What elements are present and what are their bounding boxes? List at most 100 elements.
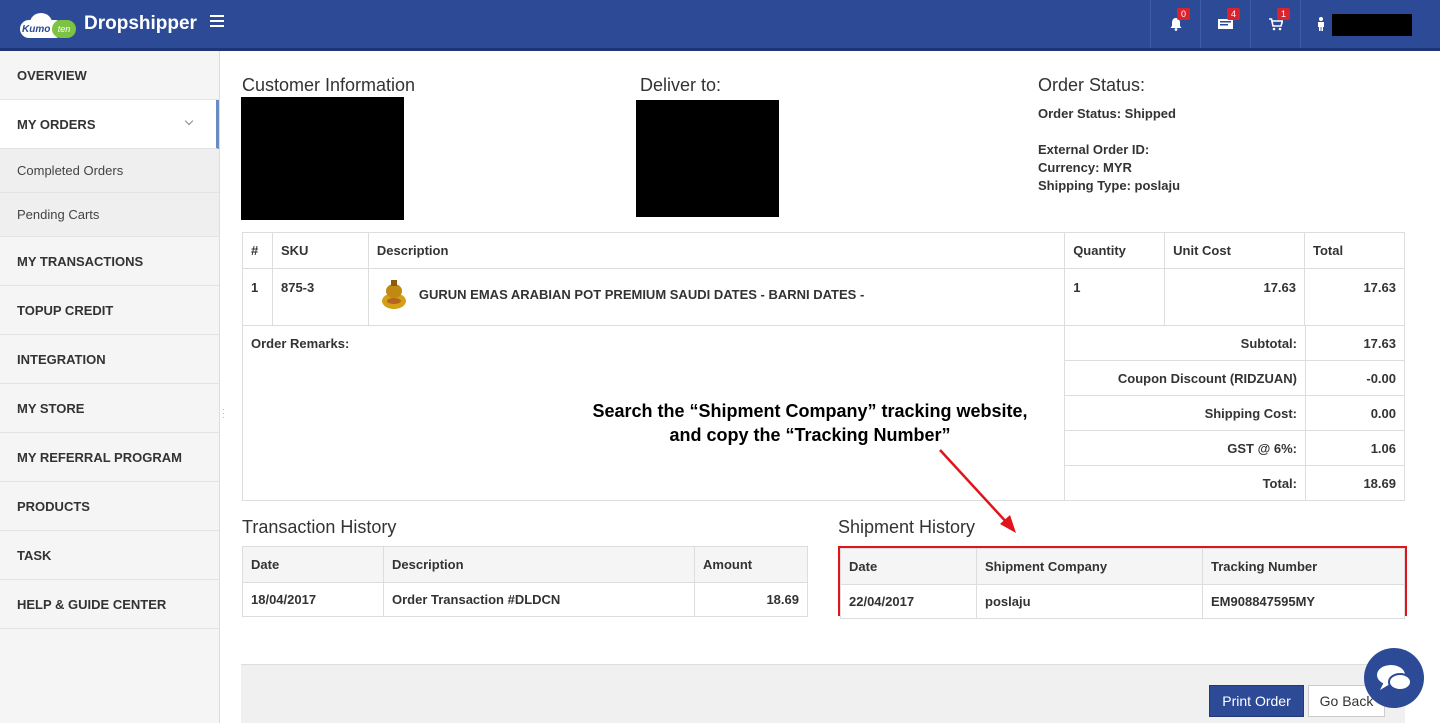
row-sku: 875-3	[271, 268, 369, 326]
sidebar: OVERVIEW MY ORDERS Completed Orders Pend…	[0, 51, 220, 723]
redacted-customer-info	[241, 97, 404, 220]
summary-value: -0.00	[1305, 360, 1405, 396]
sidebar-item-pending-carts[interactable]: Pending Carts	[0, 193, 219, 237]
row-total: 17.63	[1304, 268, 1405, 326]
summary-label: Coupon Discount (RIDZUAN)	[1064, 360, 1306, 396]
sidebar-item-label: MY STORE	[17, 400, 85, 416]
customer-info-heading: Customer Information	[242, 75, 416, 95]
sidebar-item-label: MY REFERRAL PROGRAM	[17, 449, 182, 465]
sidebar-item-label: TOPUP CREDIT	[17, 302, 114, 318]
col-header-tracking-number: Tracking Number	[1202, 548, 1405, 585]
order-status-value: Order Status: Shipped	[1038, 106, 1176, 121]
order-status-heading: Order Status:	[1038, 75, 1146, 95]
sidebar-item-label: INTEGRATION	[17, 351, 106, 367]
user-menu[interactable]	[1300, 0, 1440, 48]
sidebar-item-overview[interactable]: OVERVIEW	[0, 51, 219, 100]
sidebar-item-my-orders[interactable]: MY ORDERS	[0, 100, 219, 149]
table-header-row: # SKU Description Quantity Unit Cost Tot…	[242, 232, 1405, 269]
shipping-type-value: Shipping Type: poslaju	[1038, 178, 1181, 193]
product-thumbnail[interactable]	[377, 277, 411, 311]
logo-kumo-text: Kumo	[22, 24, 51, 35]
shipment-date: 22/04/2017	[840, 584, 977, 619]
order-summary-table: Subtotal: 17.63 Coupon Discount (RIDZUAN)…	[1064, 325, 1405, 501]
summary-row-gst: GST @ 6%: 1.06	[1064, 430, 1405, 466]
order-remarks-label: Order Remarks:	[251, 336, 350, 351]
summary-label: Shipping Cost:	[1064, 395, 1306, 431]
notifications-button[interactable]: 0	[1150, 0, 1200, 48]
user-icon	[1318, 17, 1324, 31]
col-header-shipment-company: Shipment Company	[976, 548, 1203, 585]
chat-widget-button[interactable]	[1364, 648, 1424, 708]
table-header-row: Date Description Amount	[242, 546, 808, 583]
sidebar-item-label: Pending Carts	[17, 207, 100, 222]
notifications-badge: 0	[1176, 8, 1190, 20]
messages-badge: 4	[1226, 8, 1240, 20]
cart-button[interactable]: 1	[1250, 0, 1300, 48]
sidebar-item-label: PRODUCTS	[17, 498, 90, 514]
deliver-to-heading: Deliver to:	[640, 75, 722, 95]
table-row: 1 875-3 GURUN EMAS ARABIAN POT PREMIUM S…	[242, 268, 1405, 326]
sidebar-item-my-store[interactable]: MY STORE	[0, 384, 219, 433]
sidebar-resize-handle[interactable]: · · ·	[222, 406, 225, 422]
table-header-row: Date Shipment Company Tracking Number	[840, 548, 1405, 585]
row-description-cell: GURUN EMAS ARABIAN POT PREMIUM SAUDI DAT…	[367, 268, 1066, 326]
external-order-id: External Order ID:	[1038, 142, 1150, 157]
summary-row-subtotal: Subtotal: 17.63	[1064, 325, 1405, 361]
menu-toggle-icon[interactable]	[210, 15, 224, 29]
annotation-text: Search the “Shipment Company” tracking w…	[540, 399, 1080, 447]
top-navbar: Kumo ten Dropshipper 0 4 1	[0, 0, 1440, 51]
chat-icon	[1377, 665, 1412, 691]
shipment-highlight-box: Date Shipment Company Tracking Number 22…	[838, 546, 1407, 619]
transaction-date: 18/04/2017	[242, 582, 384, 617]
row-num: 1	[242, 268, 273, 326]
summary-value: 18.69	[1305, 465, 1405, 501]
row-description: GURUN EMAS ARABIAN POT PREMIUM SAUDI DAT…	[418, 286, 865, 302]
sidebar-item-label: HELP & GUIDE CENTER	[17, 596, 167, 612]
order-items-table: # SKU Description Quantity Unit Cost Tot…	[242, 232, 1405, 326]
tracking-number[interactable]: EM908847595MY	[1202, 584, 1405, 619]
col-header-date: Date	[242, 546, 384, 583]
sidebar-item-integration[interactable]: INTEGRATION	[0, 335, 219, 384]
sidebar-item-label: MY ORDERS	[17, 116, 96, 132]
sidebar-item-label: TASK	[17, 547, 52, 563]
row-quantity: 1	[1064, 268, 1166, 326]
col-header-num: #	[242, 232, 273, 269]
sidebar-item-completed-orders[interactable]: Completed Orders	[0, 149, 219, 193]
table-row: 18/04/2017 Order Transaction #DLDCN 18.6…	[242, 582, 808, 617]
sidebar-item-referral[interactable]: MY REFERRAL PROGRAM	[0, 433, 219, 482]
sidebar-item-my-transactions[interactable]: MY TRANSACTIONS	[0, 237, 219, 286]
logo-ten-text: ten	[52, 20, 76, 38]
transaction-history-heading: Transaction History	[242, 517, 397, 537]
col-header-description: Description	[383, 546, 695, 583]
kumoten-logo[interactable]: Kumo ten	[18, 10, 76, 40]
messages-button[interactable]: 4	[1200, 0, 1250, 48]
summary-row-shipping: Shipping Cost: 0.00	[1064, 395, 1405, 431]
sidebar-item-products[interactable]: PRODUCTS	[0, 482, 219, 531]
transaction-description: Order Transaction #DLDCN	[383, 582, 695, 617]
shipment-company: poslaju	[976, 584, 1203, 619]
col-header-amount: Amount	[694, 546, 808, 583]
brand-title[interactable]: Dropshipper	[84, 13, 197, 35]
summary-value: 0.00	[1305, 395, 1405, 431]
transaction-amount: 18.69	[694, 582, 808, 617]
col-header-total: Total	[1304, 232, 1405, 269]
currency-value: Currency: MYR	[1038, 160, 1132, 175]
annotation-line-1: Search the “Shipment Company” tracking w…	[592, 401, 1028, 421]
sidebar-item-topup-credit[interactable]: TOPUP CREDIT	[0, 286, 219, 335]
summary-value: 1.06	[1305, 430, 1405, 466]
print-order-button[interactable]: Print Order	[1209, 685, 1304, 717]
redacted-delivery-address	[636, 100, 779, 217]
col-header-quantity: Quantity	[1064, 232, 1166, 269]
summary-label: GST @ 6%:	[1064, 430, 1306, 466]
order-detail-main: Customer Information Deliver to: Order S…	[228, 51, 1440, 723]
table-row: 22/04/2017 poslaju EM908847595MY	[840, 584, 1405, 619]
col-header-sku: SKU	[271, 232, 369, 269]
shipment-history-table: Date Shipment Company Tracking Number 22…	[840, 548, 1405, 619]
sidebar-item-help[interactable]: HELP & GUIDE CENTER	[0, 580, 219, 629]
cart-badge: 1	[1276, 8, 1290, 20]
sidebar-item-label: Completed Orders	[17, 163, 124, 178]
sidebar-item-task[interactable]: TASK	[0, 531, 219, 580]
sidebar-item-label: OVERVIEW	[17, 67, 87, 83]
chevron-down-icon	[184, 116, 194, 126]
col-header-unit-cost: Unit Cost	[1164, 232, 1306, 269]
